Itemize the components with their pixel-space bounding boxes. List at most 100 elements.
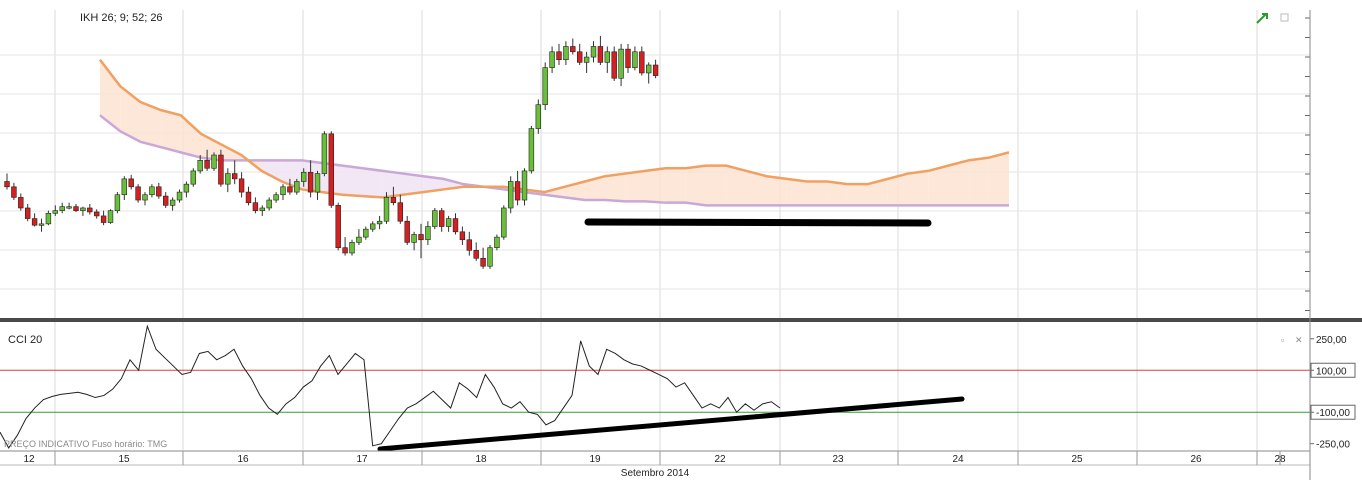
cci-level-label: 250,00 bbox=[1316, 335, 1347, 346]
candle-up bbox=[266, 199, 272, 209]
candle-down bbox=[480, 257, 486, 267]
candle-up bbox=[273, 194, 279, 201]
candle-down bbox=[514, 181, 521, 201]
cloud-segment bbox=[766, 176, 787, 206]
x-tick-label: 22 bbox=[714, 454, 726, 465]
candle-down bbox=[238, 178, 245, 193]
candle-down bbox=[473, 250, 479, 259]
candle-down bbox=[252, 202, 259, 211]
candle-up bbox=[376, 220, 383, 225]
cloud-segment bbox=[160, 110, 181, 153]
x-tick-label: 16 bbox=[237, 454, 249, 465]
candle-up bbox=[114, 194, 121, 211]
candle-up bbox=[349, 242, 355, 254]
x-tick-label: 18 bbox=[475, 454, 487, 465]
ichimoku-legend: IKH 26; 9; 52; 26 bbox=[80, 12, 163, 24]
candle-up bbox=[632, 51, 638, 68]
cloud-segment bbox=[625, 170, 646, 202]
cloud-segment bbox=[645, 168, 666, 203]
cci-legend: CCI 20 bbox=[8, 334, 42, 346]
candle-down bbox=[459, 231, 466, 241]
candle-up bbox=[563, 46, 569, 61]
cci-trendline[interactable] bbox=[377, 396, 965, 452]
candle-down bbox=[404, 220, 410, 243]
candle-up bbox=[645, 64, 652, 74]
x-tick-label: 12 bbox=[23, 454, 35, 465]
candle-down bbox=[87, 207, 93, 213]
candle-down bbox=[4, 181, 10, 188]
cloud-segment bbox=[706, 165, 727, 206]
candle-down bbox=[31, 218, 38, 226]
candle-up bbox=[190, 170, 196, 185]
cci-line bbox=[0, 324, 781, 449]
candle-down bbox=[328, 133, 334, 206]
candle-down bbox=[245, 191, 252, 203]
candle-down bbox=[24, 207, 31, 219]
candle-up bbox=[107, 210, 114, 223]
cloud-segment bbox=[948, 160, 969, 206]
cloud-segment bbox=[786, 178, 807, 206]
candle-up bbox=[411, 234, 417, 243]
candle-down bbox=[418, 234, 424, 241]
candle-up bbox=[300, 171, 307, 182]
candle-down bbox=[232, 173, 238, 180]
candle-up bbox=[432, 210, 438, 227]
restore-icon[interactable]: ▫ bbox=[1281, 335, 1284, 345]
candle-up bbox=[321, 133, 328, 174]
support-trendline[interactable] bbox=[584, 218, 932, 227]
candle-down bbox=[597, 46, 604, 63]
x-tick-label: 15 bbox=[118, 454, 130, 465]
candle-down bbox=[335, 205, 341, 248]
candle-down bbox=[135, 186, 141, 201]
candle-down bbox=[218, 154, 224, 185]
cloud-segment bbox=[908, 170, 929, 206]
candle-down bbox=[156, 186, 162, 197]
cloud-segment bbox=[685, 165, 706, 206]
candle-up bbox=[45, 212, 52, 225]
candle-down bbox=[128, 178, 134, 188]
cci-panel bbox=[0, 324, 781, 449]
candle-up bbox=[225, 173, 231, 185]
candle-up bbox=[294, 181, 300, 193]
cloud-segment bbox=[605, 173, 626, 202]
cloud-segment bbox=[847, 184, 868, 206]
candle-up bbox=[528, 128, 535, 172]
candle-down bbox=[307, 171, 314, 193]
candle-up bbox=[66, 206, 72, 209]
candle-up bbox=[280, 186, 286, 196]
candle-up bbox=[383, 197, 390, 222]
cloud-segment bbox=[968, 157, 989, 206]
price-axis bbox=[1310, 0, 1362, 318]
candle-down bbox=[576, 51, 583, 63]
candle-up bbox=[521, 170, 528, 201]
candle-down bbox=[94, 211, 100, 217]
candle-up bbox=[583, 56, 590, 63]
candle-up bbox=[487, 247, 493, 267]
candle-up bbox=[542, 67, 548, 106]
candle-up bbox=[445, 218, 452, 227]
x-axis-title: Setembro 2014 bbox=[621, 468, 690, 479]
x-tick-label: 26 bbox=[1190, 454, 1202, 465]
candle-up bbox=[169, 199, 176, 206]
cci-axis: 250,00 100,00 -100,00 -250,00 bbox=[1310, 335, 1356, 451]
cloud-segment bbox=[342, 165, 363, 197]
candle-down bbox=[100, 215, 107, 223]
candle-down bbox=[556, 51, 562, 61]
panel-divider[interactable] bbox=[0, 318, 1362, 322]
candle-down bbox=[73, 206, 79, 211]
candle-up bbox=[507, 181, 514, 209]
footer-note: PREÇO INDICATIVO Fuso horário: TMG bbox=[4, 439, 167, 449]
candle-down bbox=[438, 210, 445, 227]
cloud-segment bbox=[827, 181, 848, 206]
candle-up bbox=[149, 186, 155, 196]
candle-up bbox=[52, 210, 59, 214]
candle-down bbox=[163, 195, 169, 206]
candle-down bbox=[342, 247, 348, 254]
close-icon[interactable]: ✕ bbox=[1295, 335, 1303, 345]
candle-up bbox=[590, 46, 597, 58]
candle-up bbox=[197, 160, 203, 172]
candle-up bbox=[259, 207, 265, 211]
candle-up bbox=[501, 207, 507, 238]
candle-down bbox=[570, 46, 576, 53]
candle-down bbox=[466, 239, 472, 251]
